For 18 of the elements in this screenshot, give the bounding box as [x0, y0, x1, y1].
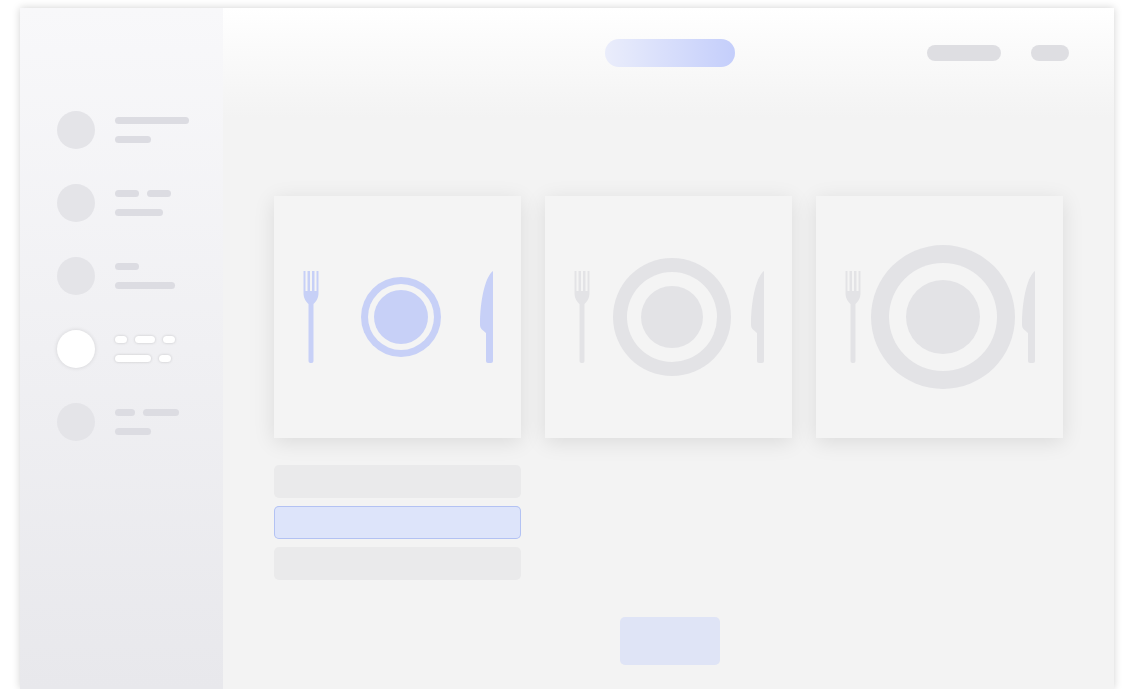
plate-icon — [360, 277, 441, 357]
text-placeholder — [147, 190, 171, 197]
menu-placeholder[interactable] — [927, 45, 1001, 61]
text-placeholder — [135, 336, 155, 343]
text-placeholder — [115, 209, 163, 216]
text-placeholder — [115, 336, 127, 343]
text-placeholder — [115, 136, 151, 143]
fork-icon — [301, 271, 321, 363]
plate-card[interactable] — [274, 196, 521, 438]
avatar-placeholder[interactable] — [57, 330, 95, 368]
text-placeholder — [159, 355, 171, 362]
knife-icon — [480, 271, 494, 363]
option-placeholder[interactable] — [274, 506, 521, 539]
tab-placeholder[interactable] — [605, 39, 735, 67]
text-placeholder — [115, 355, 151, 362]
menu-placeholder[interactable] — [1031, 45, 1069, 61]
text-placeholder — [163, 336, 175, 343]
text-placeholder — [115, 190, 139, 197]
